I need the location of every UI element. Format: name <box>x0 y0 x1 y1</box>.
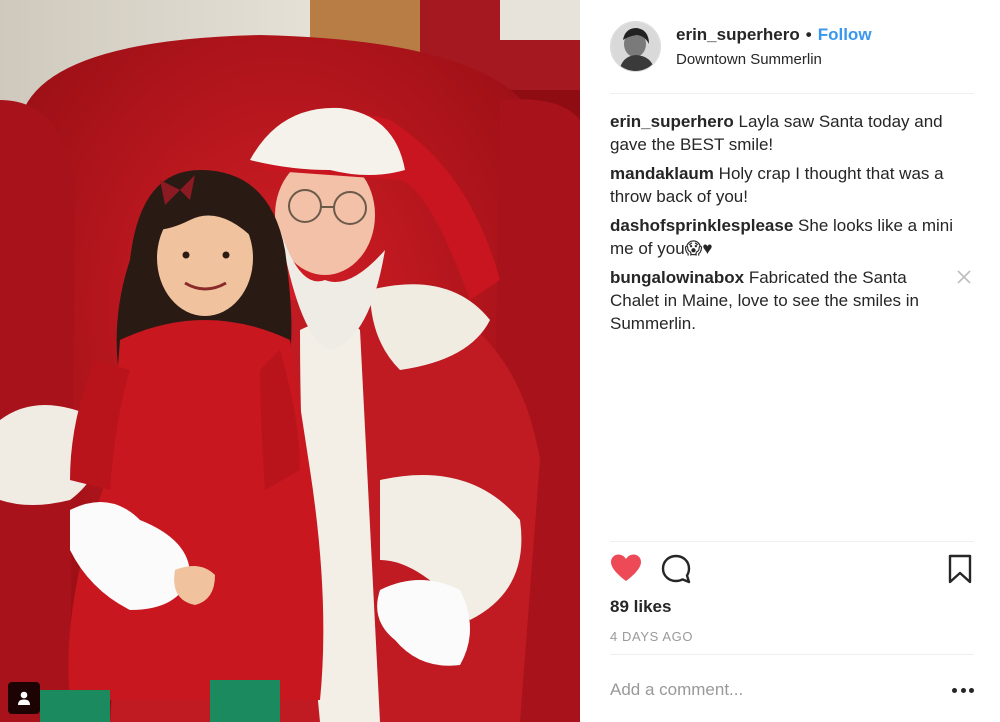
comment-author[interactable]: erin_superhero <box>610 112 734 131</box>
close-icon[interactable] <box>955 268 973 286</box>
post-timestamp[interactable]: 4 DAYS AGO <box>610 629 693 644</box>
avatar-image <box>611 21 660 71</box>
comment-author[interactable]: dashofsprinklesplease <box>610 216 793 235</box>
comment-item: mandaklaum Holy crap I thought that was … <box>610 162 955 208</box>
post-details-panel: erin_superhero • Follow Downtown Summerl… <box>580 0 1000 722</box>
composer-divider <box>610 654 974 655</box>
add-comment-input[interactable] <box>610 678 910 702</box>
ellipsis-dot <box>952 688 957 693</box>
avatar[interactable] <box>610 20 661 72</box>
heart-icon[interactable] <box>610 553 642 585</box>
comment-item: bungalowinabox Fabricated the Santa Chal… <box>610 266 955 335</box>
comment-item: dashofsprinklesplease She looks like a m… <box>610 214 955 260</box>
santa-photo-illustration <box>0 0 580 722</box>
likes-count[interactable]: 89 likes <box>610 597 671 617</box>
comment-list: erin_superhero Layla saw Santa today and… <box>610 110 955 341</box>
ellipsis-dot <box>969 688 974 693</box>
location-link[interactable]: Downtown Summerlin <box>676 51 872 68</box>
comment-author[interactable]: mandaklaum <box>610 164 714 183</box>
comment-author[interactable]: bungalowinabox <box>610 268 744 287</box>
separator-dot: • <box>805 24 812 44</box>
speech-bubble-icon[interactable] <box>660 553 692 585</box>
comment-item: erin_superhero Layla saw Santa today and… <box>610 110 955 156</box>
ellipsis-icon[interactable] <box>952 688 974 694</box>
post-header: erin_superhero • Follow Downtown Summerl… <box>610 16 974 76</box>
action-bar <box>610 553 974 589</box>
header-divider <box>610 93 974 94</box>
tagged-people-icon[interactable] <box>8 682 40 714</box>
bookmark-icon[interactable] <box>946 553 974 585</box>
ellipsis-dot <box>960 688 966 693</box>
post-username[interactable]: erin_superhero <box>676 25 800 45</box>
actions-divider <box>610 541 974 542</box>
post-photo[interactable] <box>0 0 580 722</box>
follow-button[interactable]: Follow <box>818 25 872 45</box>
person-icon <box>18 691 30 705</box>
